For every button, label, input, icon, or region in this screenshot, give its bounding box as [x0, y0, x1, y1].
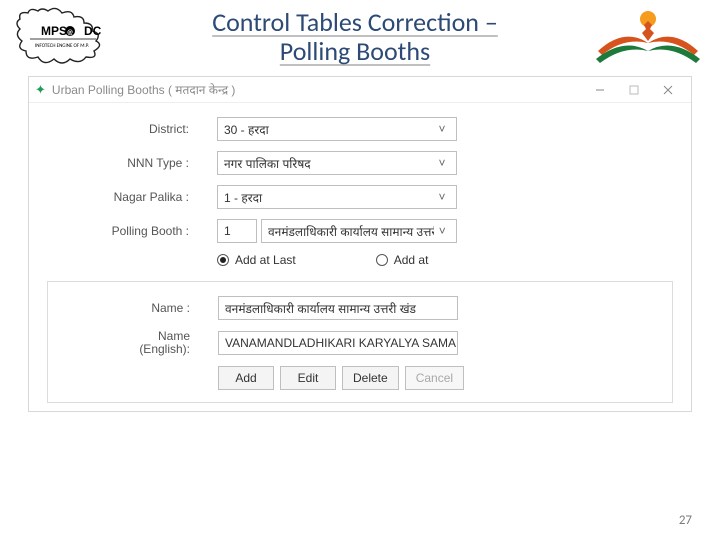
add-at-radio[interactable]: Add at: [376, 253, 429, 267]
chevron-down-icon: ˅: [434, 190, 450, 204]
nagar-palika-value: 1 - हरदा: [224, 189, 262, 206]
edit-button[interactable]: Edit: [280, 366, 336, 390]
name-label: Name :: [66, 301, 218, 315]
add-at-last-label: Add at Last: [235, 253, 296, 267]
chevron-down-icon: ˅: [434, 224, 450, 238]
district-label: District:: [47, 122, 217, 136]
polling-booth-number: 1: [224, 224, 231, 238]
nagar-palika-label: Nagar Palika :: [47, 190, 217, 204]
add-button[interactable]: Add: [218, 366, 274, 390]
district-select[interactable]: 30 - हरदा ˅: [217, 117, 457, 141]
svg-text:INFOTECH ENGINE OF M.P.: INFOTECH ENGINE OF M.P.: [35, 43, 89, 49]
mpsedc-logo: MPS @ DC INFOTECH ENGINE OF M.P.: [12, 5, 122, 69]
chevron-down-icon: ˅: [434, 122, 450, 136]
name-english-value: VANAMANDLADHIKARI KARYALYA SAMAN: [225, 336, 458, 350]
maximize-button[interactable]: [617, 77, 651, 102]
cancel-button[interactable]: Cancel: [405, 366, 464, 390]
brand-logo: [588, 7, 708, 67]
name-value: वनमंडलाधिकारी कार्यालय सामान्य उत्तरी खं…: [225, 300, 416, 317]
window-titlebar: ✦ Urban Polling Booths ( मतदान केन्द्र ): [29, 77, 691, 103]
chevron-down-icon: ˅: [434, 156, 450, 170]
title-line-2: Polling Booths: [280, 35, 430, 67]
name-english-input[interactable]: VANAMANDLADHIKARI KARYALYA SAMAN: [218, 331, 458, 355]
polling-booth-number-input[interactable]: 1: [217, 219, 257, 243]
nagar-palika-select[interactable]: 1 - हरदा ˅: [217, 185, 457, 209]
nnn-type-value: नगर पालिका परिषद: [224, 155, 311, 172]
name-panel: Name : वनमंडलाधिकारी कार्यालय सामान्य उत…: [47, 281, 673, 403]
nnn-type-select[interactable]: नगर पालिका परिषद ˅: [217, 151, 457, 175]
radio-icon: [376, 254, 388, 266]
page-title: Control Tables Correction – Polling Boot…: [122, 8, 588, 65]
district-value: 30 - हरदा: [224, 121, 269, 138]
polling-booth-value: वनमंडलाधिकारी कार्यालय सामान्य उत्तरी: [268, 223, 434, 240]
title-line-1: Control Tables Correction –: [212, 6, 498, 38]
radio-icon: [217, 254, 229, 266]
app-window: ✦ Urban Polling Booths ( मतदान केन्द्र )…: [28, 76, 692, 412]
add-at-last-radio[interactable]: Add at Last: [217, 253, 296, 267]
minimize-icon: [595, 85, 605, 95]
form-area: District: 30 - हरदा ˅ NNN Type : नगर पाल…: [29, 103, 691, 411]
svg-text:MPS: MPS: [41, 24, 67, 38]
polling-booth-select[interactable]: वनमंडलाधिकारी कार्यालय सामान्य उत्तरी ˅: [261, 219, 457, 243]
app-icon: ✦: [35, 82, 46, 98]
page-number: 27: [679, 513, 692, 528]
polling-booth-label: Polling Booth :: [47, 224, 217, 238]
name-english-label: Name (English):: [66, 330, 218, 356]
maximize-icon: [629, 85, 639, 95]
add-at-label: Add at: [394, 253, 429, 267]
window-title: Urban Polling Booths ( मतदान केन्द्र ): [52, 81, 583, 98]
minimize-button[interactable]: [583, 77, 617, 102]
delete-button[interactable]: Delete: [342, 366, 399, 390]
nnn-type-label: NNN Type :: [47, 156, 217, 170]
close-icon: [663, 85, 673, 95]
name-input[interactable]: वनमंडलाधिकारी कार्यालय सामान्य उत्तरी खं…: [218, 296, 458, 320]
close-button[interactable]: [651, 77, 685, 102]
svg-text:@: @: [67, 27, 73, 36]
svg-text:DC: DC: [84, 24, 102, 38]
